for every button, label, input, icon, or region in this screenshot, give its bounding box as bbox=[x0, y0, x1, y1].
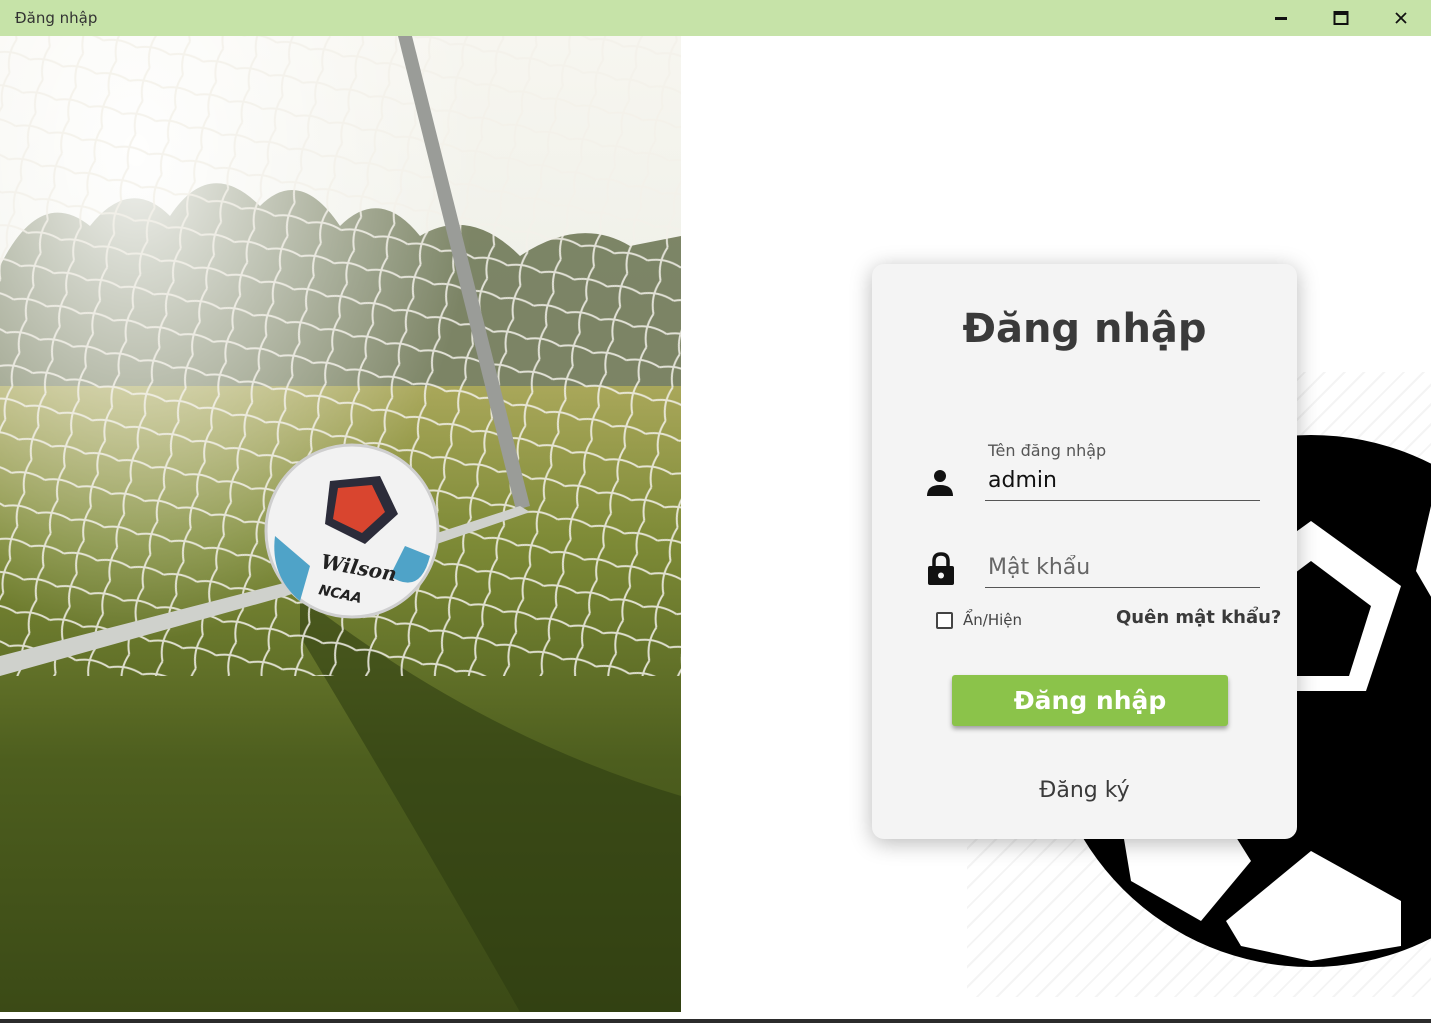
username-input[interactable] bbox=[985, 461, 1260, 501]
login-button[interactable]: Đăng nhập bbox=[952, 675, 1228, 726]
user-icon bbox=[927, 470, 953, 496]
show-hide-checkbox[interactable] bbox=[936, 612, 953, 629]
soccer-goal-illustration: Wilson NCAA bbox=[0, 36, 681, 1012]
login-title: Đăng nhập bbox=[962, 306, 1207, 352]
maximize-icon bbox=[1333, 11, 1349, 25]
forgot-password-link[interactable]: Quên mật khẩu? bbox=[1116, 607, 1281, 628]
minimize-button[interactable] bbox=[1251, 0, 1311, 36]
login-card: Đăng nhập Tên đăng nhập Ẩn/Hiện Quên mật… bbox=[872, 264, 1297, 839]
hero-photo: Wilson NCAA bbox=[0, 36, 681, 1012]
maximize-button[interactable] bbox=[1311, 0, 1371, 36]
close-button[interactable] bbox=[1371, 0, 1431, 36]
register-link[interactable]: Đăng ký bbox=[872, 778, 1297, 803]
title-bar: Đăng nhập bbox=[0, 0, 1431, 36]
username-label: Tên đăng nhập bbox=[988, 441, 1107, 460]
taskbar-edge bbox=[0, 1012, 1431, 1023]
show-hide-label: Ẩn/Hiện bbox=[963, 611, 1023, 629]
lock-icon bbox=[928, 552, 954, 585]
close-icon bbox=[1395, 12, 1407, 24]
window-title: Đăng nhập bbox=[15, 9, 98, 27]
minimize-icon bbox=[1275, 17, 1287, 20]
password-input[interactable] bbox=[985, 548, 1260, 588]
